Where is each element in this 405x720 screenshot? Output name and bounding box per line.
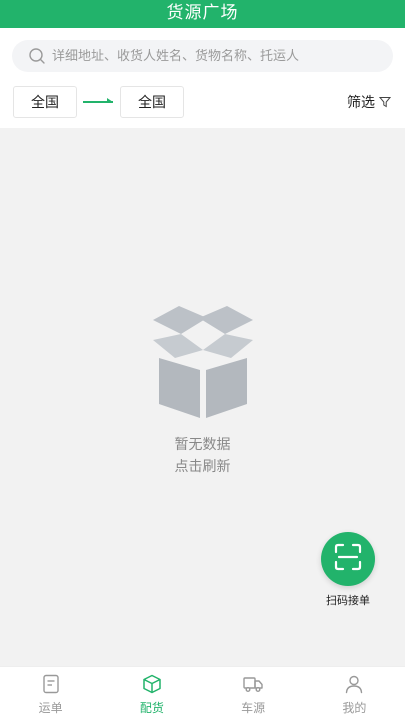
empty-state: 暂无数据 点击刷新 <box>0 300 405 478</box>
tab-label: 车源 <box>241 701 266 715</box>
search-bar[interactable] <box>12 40 393 72</box>
tab-dispatch[interactable]: 配货 <box>101 667 202 720</box>
filter-button[interactable]: 筛选 <box>347 92 391 112</box>
document-icon <box>40 673 62 695</box>
scan-order-button[interactable] <box>321 532 375 586</box>
filter-label: 筛选 <box>347 95 375 111</box>
tab-vehicles[interactable]: 车源 <box>203 667 304 720</box>
refresh-link[interactable]: 点击刷新 <box>175 456 231 478</box>
scan-order-widget[interactable]: 扫码接单 <box>316 532 380 608</box>
search-panel: 全国 全国 筛选 <box>0 28 405 128</box>
search-icon <box>28 47 46 65</box>
tab-label: 配货 <box>139 701 164 715</box>
scan-icon <box>333 542 363 576</box>
empty-box-icon <box>143 300 263 420</box>
user-icon <box>343 673 365 695</box>
empty-message: 暂无数据 <box>174 437 231 453</box>
box-icon <box>141 673 163 695</box>
tab-profile[interactable]: 我的 <box>304 667 405 720</box>
origin-region-button[interactable]: 全国 <box>13 86 77 118</box>
app-screen: 货源广场 全国 全国 筛选 <box>0 0 405 720</box>
bottom-tab-bar: 运单 配货 车源 我的 <box>0 666 405 720</box>
route-selector: 全国 全国 筛选 <box>0 86 405 120</box>
tab-label: 运单 <box>38 701 63 715</box>
tab-label: 我的 <box>342 701 367 715</box>
truck-icon <box>242 673 264 695</box>
page-title: 货源广场 <box>166 3 239 23</box>
tab-waybill[interactable]: 运单 <box>0 667 101 720</box>
header-bar: 货源广场 <box>0 0 405 28</box>
scan-order-label: 扫码接单 <box>326 594 370 607</box>
filter-icon <box>379 96 391 108</box>
search-input[interactable] <box>52 48 372 64</box>
arrow-right-icon <box>82 94 116 110</box>
destination-region-button[interactable]: 全国 <box>120 86 184 118</box>
